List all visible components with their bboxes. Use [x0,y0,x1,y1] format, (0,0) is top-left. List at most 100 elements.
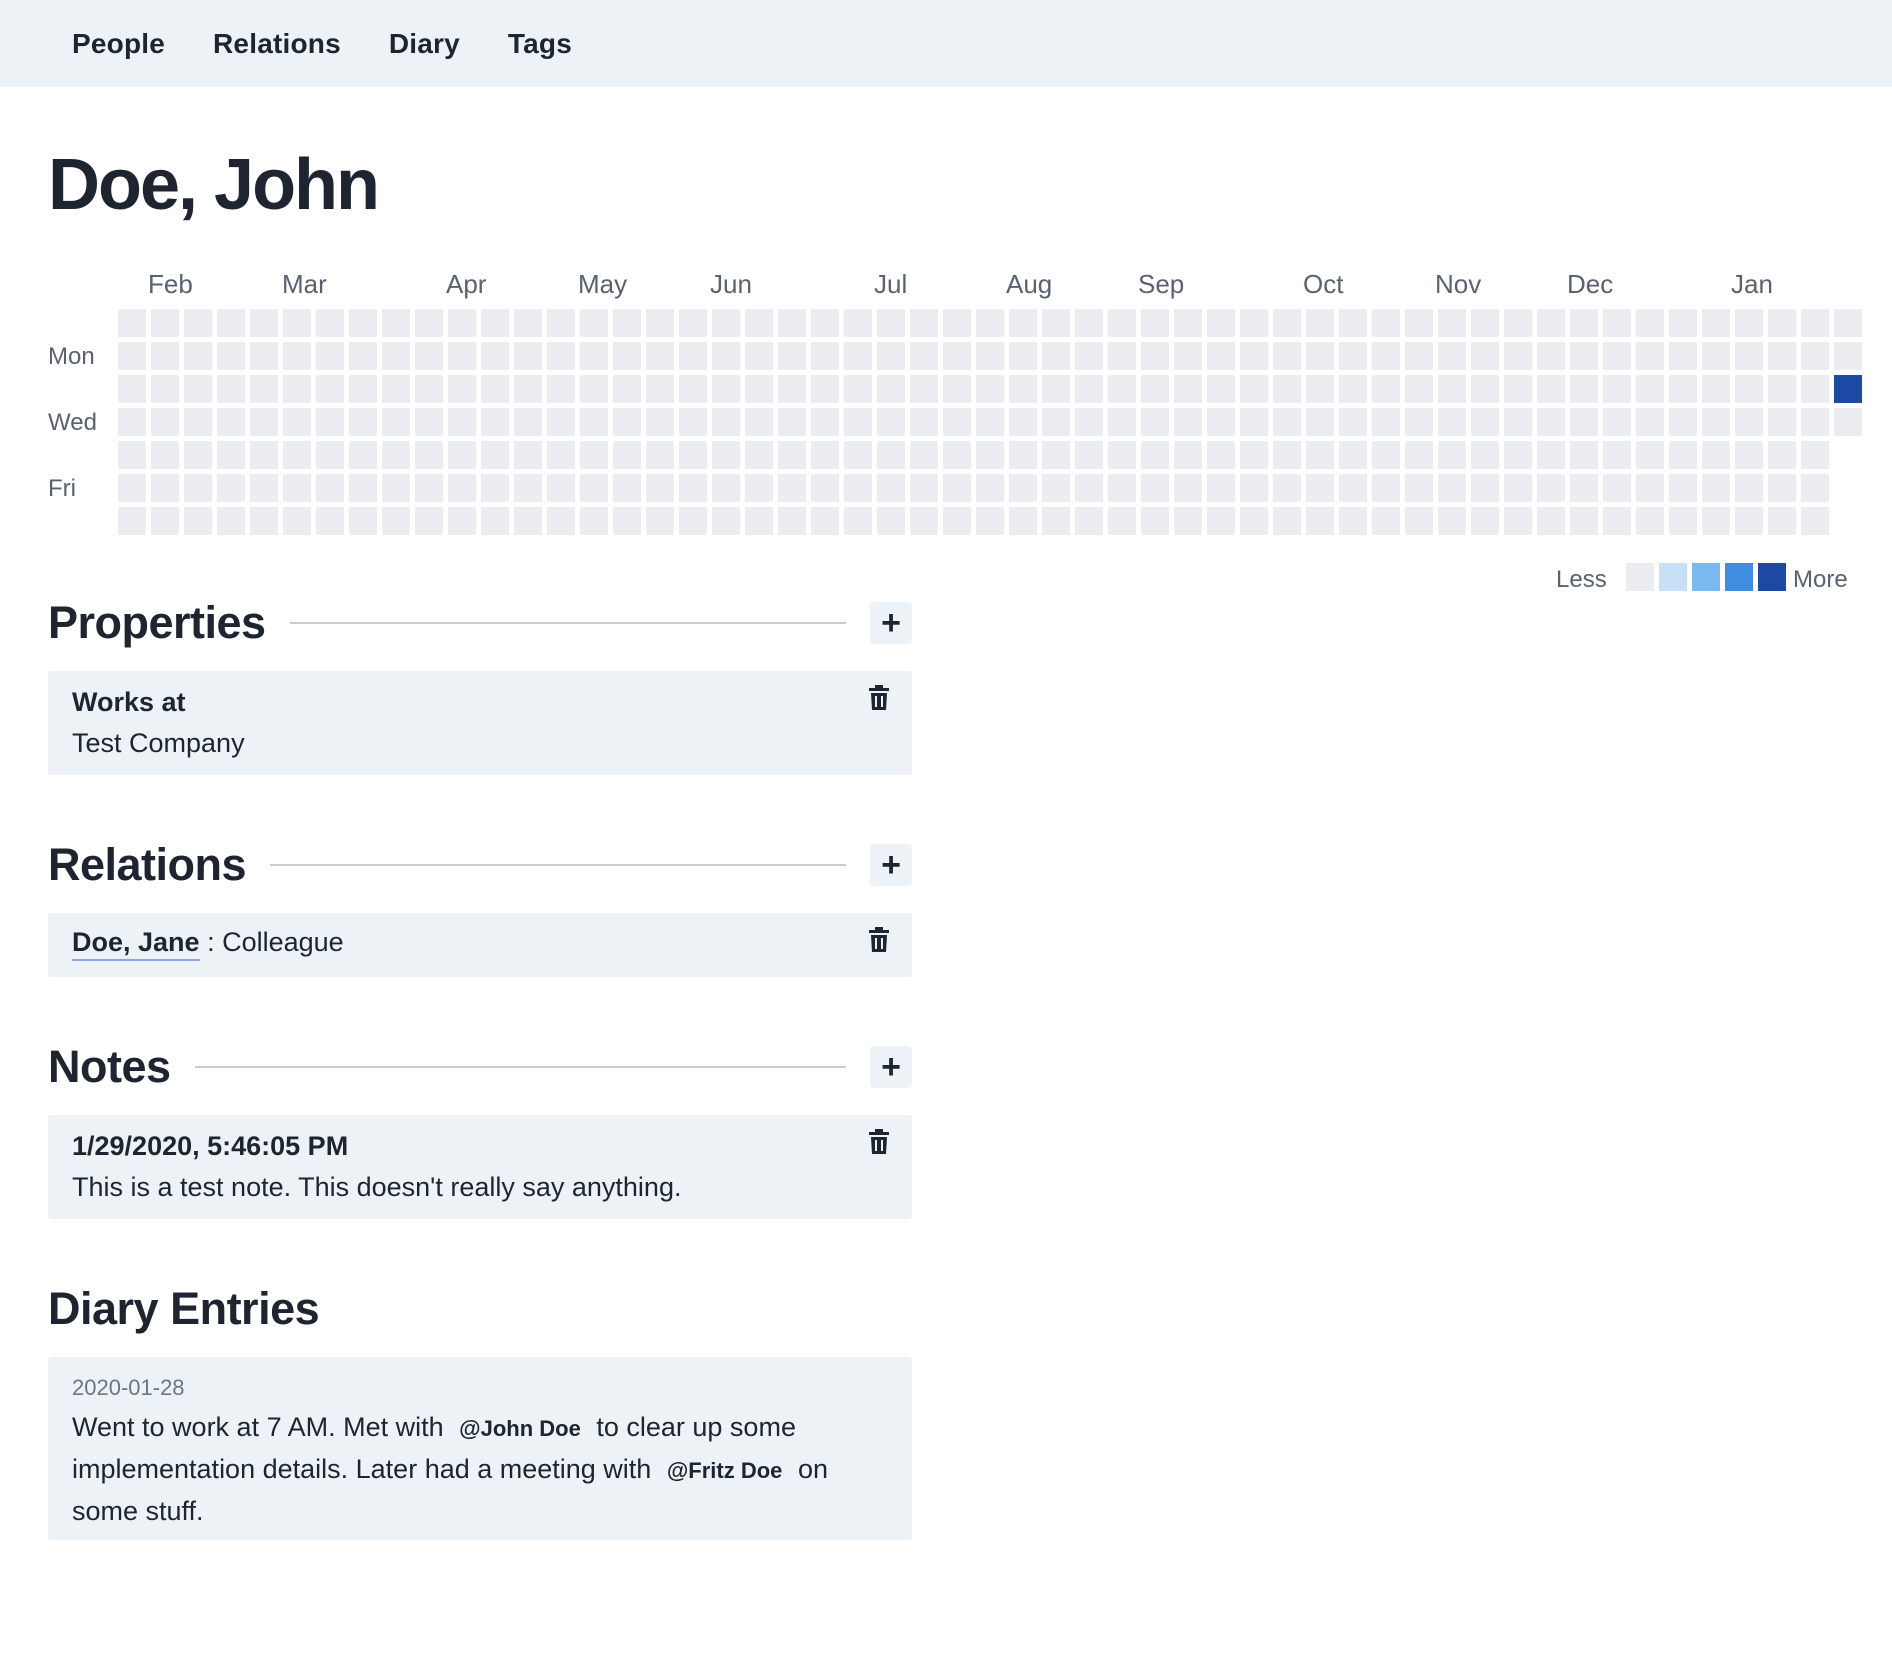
heatmap-cell[interactable] [118,408,146,436]
heatmap-cell[interactable] [1504,441,1532,469]
trash-icon[interactable] [868,927,890,953]
heatmap-cell[interactable] [811,342,839,370]
heatmap-cell[interactable] [382,507,410,535]
heatmap-cell[interactable] [844,441,872,469]
heatmap-cell[interactable] [1603,441,1631,469]
heatmap-cell[interactable] [580,309,608,337]
heatmap-cell[interactable] [217,342,245,370]
heatmap-cell[interactable] [1009,309,1037,337]
relation-person-link[interactable]: Doe, Jane [72,927,200,961]
heatmap-cell[interactable] [1768,441,1796,469]
heatmap-cell[interactable] [1603,342,1631,370]
trash-icon[interactable] [868,685,890,711]
heatmap-cell[interactable] [1141,408,1169,436]
heatmap-cell[interactable] [1834,375,1862,403]
heatmap-cell[interactable] [1372,309,1400,337]
heatmap-cell[interactable] [910,474,938,502]
heatmap-cell[interactable] [1471,342,1499,370]
heatmap-cell[interactable] [1339,507,1367,535]
heatmap-cell[interactable] [1471,474,1499,502]
heatmap-cell[interactable] [547,309,575,337]
heatmap-cell[interactable] [481,441,509,469]
heatmap-cell[interactable] [1108,441,1136,469]
heatmap-cell[interactable] [712,342,740,370]
heatmap-cell[interactable] [1141,507,1169,535]
heatmap-cell[interactable] [448,507,476,535]
heatmap-cell[interactable] [1372,408,1400,436]
heatmap-cell[interactable] [1735,474,1763,502]
heatmap-cell[interactable] [1801,342,1829,370]
heatmap-cell[interactable] [811,408,839,436]
heatmap-cell[interactable] [910,507,938,535]
heatmap-cell[interactable] [1009,441,1037,469]
heatmap-cell[interactable] [646,441,674,469]
heatmap-cell[interactable] [811,474,839,502]
heatmap-cell[interactable] [976,441,1004,469]
heatmap-cell[interactable] [646,309,674,337]
heatmap-cell[interactable] [1372,342,1400,370]
heatmap-cell[interactable] [1471,507,1499,535]
heatmap-cell[interactable] [250,474,278,502]
heatmap-cell[interactable] [1240,441,1268,469]
heatmap-cell[interactable] [1339,342,1367,370]
heatmap-cell[interactable] [679,375,707,403]
heatmap-cell[interactable] [283,441,311,469]
heatmap-cell[interactable] [217,375,245,403]
mention-tag[interactable]: @Fritz Doe [667,1458,783,1483]
heatmap-cell[interactable] [1702,507,1730,535]
heatmap-cell[interactable] [1339,408,1367,436]
heatmap-cell[interactable] [778,441,806,469]
trash-icon[interactable] [868,1129,890,1155]
heatmap-cell[interactable] [943,309,971,337]
heatmap-cell[interactable] [580,342,608,370]
heatmap-cell[interactable] [250,441,278,469]
heatmap-cell[interactable] [1438,441,1466,469]
heatmap-cell[interactable] [184,474,212,502]
heatmap-cell[interactable] [1207,474,1235,502]
heatmap-cell[interactable] [382,408,410,436]
heatmap-cell[interactable] [1735,342,1763,370]
heatmap-cell[interactable] [1537,408,1565,436]
heatmap-cell[interactable] [1801,408,1829,436]
heatmap-cell[interactable] [1801,309,1829,337]
heatmap-cell[interactable] [613,441,641,469]
heatmap-cell[interactable] [1735,507,1763,535]
heatmap-cell[interactable] [448,375,476,403]
heatmap-cell[interactable] [514,507,542,535]
heatmap-cell[interactable] [778,309,806,337]
heatmap-cell[interactable] [1636,309,1664,337]
heatmap-cell[interactable] [811,507,839,535]
heatmap-cell[interactable] [844,342,872,370]
heatmap-cell[interactable] [910,408,938,436]
heatmap-cell[interactable] [514,309,542,337]
heatmap-cell[interactable] [1174,507,1202,535]
heatmap-cell[interactable] [1834,342,1862,370]
heatmap-cell[interactable] [1108,375,1136,403]
heatmap-cell[interactable] [1636,342,1664,370]
heatmap-cell[interactable] [1603,408,1631,436]
nav-link-tags[interactable]: Tags [508,28,572,60]
heatmap-cell[interactable] [1075,408,1103,436]
heatmap-cell[interactable] [1570,342,1598,370]
heatmap-cell[interactable] [151,441,179,469]
heatmap-cell[interactable] [1504,474,1532,502]
heatmap-cell[interactable] [712,309,740,337]
heatmap-cell[interactable] [778,474,806,502]
heatmap-cell[interactable] [1768,474,1796,502]
heatmap-cell[interactable] [1834,408,1862,436]
heatmap-cell[interactable] [250,507,278,535]
heatmap-cell[interactable] [1537,507,1565,535]
heatmap-cell[interactable] [646,375,674,403]
heatmap-cell[interactable] [118,375,146,403]
heatmap-cell[interactable] [118,474,146,502]
heatmap-cell[interactable] [745,441,773,469]
heatmap-cell[interactable] [712,474,740,502]
heatmap-cell[interactable] [1306,474,1334,502]
heatmap-cell[interactable] [1702,309,1730,337]
heatmap-cell[interactable] [646,342,674,370]
heatmap-cell[interactable] [778,507,806,535]
heatmap-cell[interactable] [283,375,311,403]
heatmap-cell[interactable] [382,375,410,403]
heatmap-cell[interactable] [1009,375,1037,403]
heatmap-cell[interactable] [547,408,575,436]
